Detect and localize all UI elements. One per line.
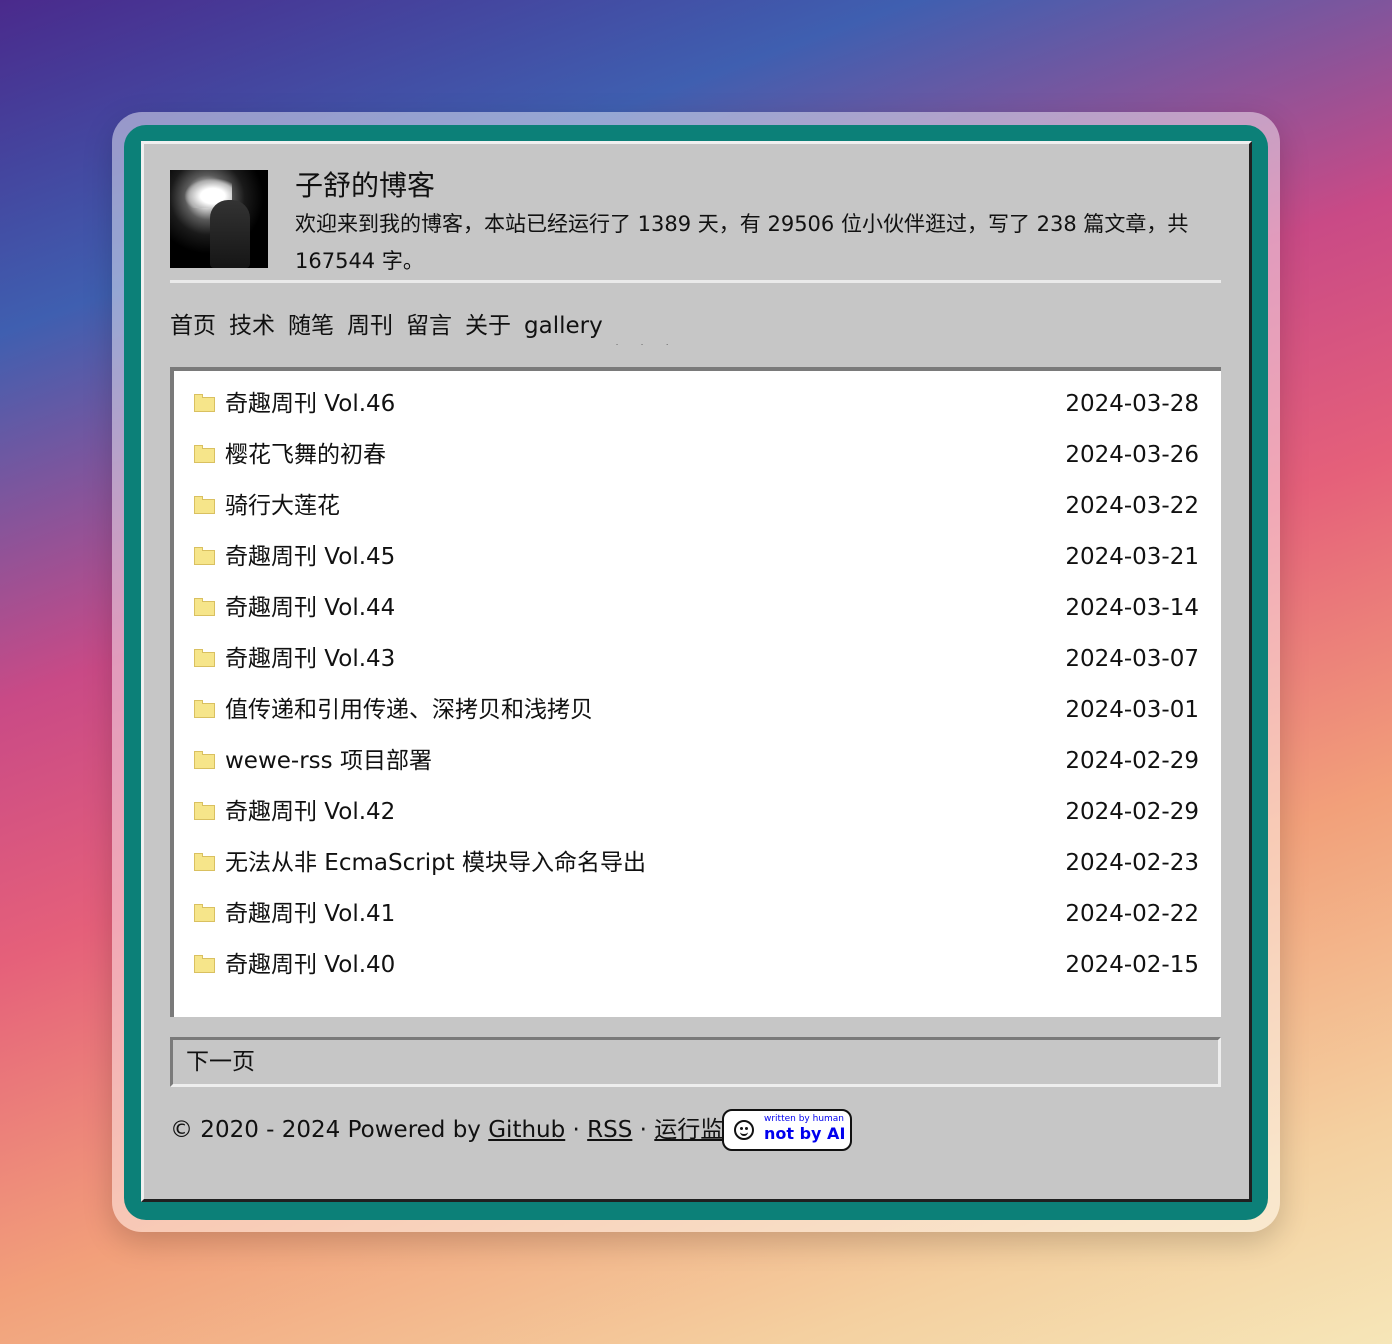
post-date: 2024-02-15	[1065, 952, 1199, 978]
list-item: 樱花飞舞的初春 2024-03-26	[194, 435, 1199, 475]
list-item: 奇趣周刊 Vol.43 2024-03-07	[194, 639, 1199, 679]
post-date: 2024-03-21	[1065, 544, 1199, 570]
badge-big-text: not by AI	[764, 1124, 846, 1143]
footer-separator: ·	[565, 1117, 588, 1143]
post-date: 2024-03-22	[1065, 493, 1199, 519]
blog-panel: 子舒的博客 欢迎来到我的博客，本站已经运行了 1389 天，有 29506 位小…	[141, 141, 1252, 1202]
post-date: 2024-03-28	[1065, 391, 1199, 417]
list-item: 奇趣周刊 Vol.40 2024-02-15	[194, 945, 1199, 985]
post-title-link[interactable]: 奇趣周刊 Vol.40	[225, 945, 395, 985]
divider	[170, 280, 1221, 283]
folder-icon	[194, 751, 215, 769]
nav-item-home[interactable]: 首页	[170, 313, 216, 339]
post-title-link[interactable]: 无法从非 EcmaScript 模块导入命名导出	[225, 843, 646, 883]
folder-icon	[194, 700, 215, 718]
post-date: 2024-03-14	[1065, 595, 1199, 621]
nav-item-gallery[interactable]: gallery	[524, 313, 603, 339]
nav-more-dots: . . .	[615, 338, 679, 347]
post-title-link[interactable]: 奇趣周刊 Vol.42	[225, 792, 395, 832]
post-title-link[interactable]: 奇趣周刊 Vol.44	[225, 588, 395, 628]
folder-icon	[194, 649, 215, 667]
post-title-link[interactable]: 值传递和引用传递、深拷贝和浅拷贝	[225, 690, 593, 730]
site-description: 欢迎来到我的博客，本站已经运行了 1389 天，有 29506 位小伙伴逛过，写…	[295, 212, 1189, 273]
list-item: 骑行大莲花 2024-03-22	[194, 486, 1199, 526]
list-item: 奇趣周刊 Vol.41 2024-02-22	[194, 894, 1199, 934]
list-item: wewe-rss 项目部署 2024-02-29	[194, 741, 1199, 781]
list-item: 无法从非 EcmaScript 模块导入命名导出 2024-02-23	[194, 843, 1199, 883]
list-item: 奇趣周刊 Vol.45 2024-03-21	[194, 537, 1199, 577]
post-title-link[interactable]: 奇趣周刊 Vol.45	[225, 537, 395, 577]
rss-link[interactable]: RSS	[587, 1117, 632, 1143]
folder-icon	[194, 547, 215, 565]
folder-icon	[194, 904, 215, 922]
nav-item-weekly[interactable]: 周刊	[347, 313, 393, 339]
post-date: 2024-02-29	[1065, 748, 1199, 774]
site-title: 子舒的博客	[295, 169, 436, 202]
folder-icon	[194, 394, 215, 412]
list-item: 奇趣周刊 Vol.46 2024-03-28	[194, 384, 1199, 424]
footer-copyright: © 2020 - 2024 Powered by	[170, 1117, 489, 1143]
list-item: 值传递和引用传递、深拷贝和浅拷贝 2024-03-01	[194, 690, 1199, 730]
post-date: 2024-03-07	[1065, 646, 1199, 672]
post-title-link[interactable]: 奇趣周刊 Vol.43	[225, 639, 395, 679]
post-title-link[interactable]: 骑行大莲花	[225, 486, 340, 526]
nav-item-tech[interactable]: 技术	[229, 313, 275, 339]
next-page-link[interactable]: 下一页	[186, 1043, 255, 1081]
badge-small-text: written by human	[764, 1114, 845, 1124]
footer-separator: ·	[632, 1117, 655, 1143]
list-item: 奇趣周刊 Vol.42 2024-02-29	[194, 792, 1199, 832]
avatar	[170, 170, 268, 268]
nav-item-essay[interactable]: 随笔	[288, 313, 334, 339]
post-list: 奇趣周刊 Vol.46 2024-03-28 樱花飞舞的初春 2024-03-2…	[170, 367, 1221, 1017]
folder-icon	[194, 802, 215, 820]
post-date: 2024-03-01	[1065, 697, 1199, 723]
post-title-link[interactable]: 樱花飞舞的初春	[225, 435, 386, 475]
post-date: 2024-02-29	[1065, 799, 1199, 825]
post-title-link[interactable]: wewe-rss 项目部署	[225, 741, 432, 781]
not-by-ai-badge[interactable]: written by human not by AI	[722, 1109, 852, 1151]
nav-item-message[interactable]: 留言	[406, 313, 452, 339]
folder-icon	[194, 598, 215, 616]
nav-item-about[interactable]: 关于	[465, 313, 511, 339]
folder-icon	[194, 955, 215, 973]
pagination: 下一页	[170, 1037, 1221, 1087]
list-item: 奇趣周刊 Vol.44 2024-03-14	[194, 588, 1199, 628]
folder-icon	[194, 445, 215, 463]
folder-icon	[194, 496, 215, 514]
post-title-link[interactable]: 奇趣周刊 Vol.46	[225, 384, 395, 424]
post-date: 2024-02-23	[1065, 850, 1199, 876]
smile-icon	[734, 1120, 754, 1140]
folder-icon	[194, 853, 215, 871]
post-date: 2024-02-22	[1065, 901, 1199, 927]
github-link[interactable]: Github	[488, 1117, 565, 1143]
post-title-link[interactable]: 奇趣周刊 Vol.41	[225, 894, 395, 934]
post-date: 2024-03-26	[1065, 442, 1199, 468]
main-nav: 首页 技术 随笔 周刊 留言 关于 gallery . . .	[170, 306, 678, 363]
footer: © 2020 - 2024 Powered by Github · RSS · …	[170, 1110, 746, 1150]
